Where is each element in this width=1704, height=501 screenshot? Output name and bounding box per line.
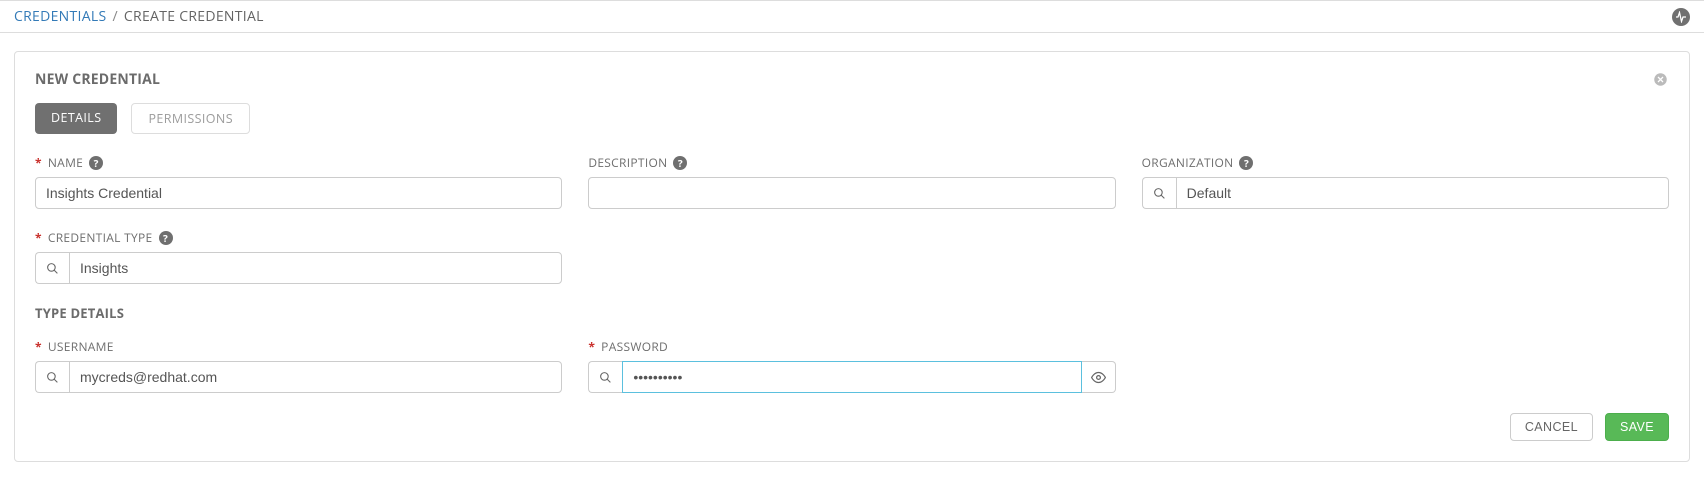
field-credential-type: * CREDENTIAL TYPE ? (35, 229, 562, 284)
credential-panel: NEW CREDENTIAL DETAILS PERMISSIONS * NAM… (14, 51, 1690, 462)
credential-type-search-button[interactable] (35, 252, 69, 284)
field-description: DESCRIPTION ? (588, 154, 1115, 209)
password-search-button[interactable] (588, 361, 622, 393)
label-password: PASSWORD (601, 338, 668, 355)
panel-title: NEW CREDENTIAL (35, 70, 160, 89)
breadcrumb-root-link[interactable]: CREDENTIALS (14, 7, 106, 26)
organization-search-button[interactable] (1142, 177, 1176, 209)
tab-permissions[interactable]: PERMISSIONS (131, 103, 250, 134)
activity-stream-icon[interactable] (1672, 8, 1690, 26)
type-details-heading: TYPE DETAILS (35, 304, 1669, 322)
help-icon[interactable]: ? (673, 156, 687, 170)
required-marker: * (35, 229, 42, 246)
name-input[interactable] (35, 177, 562, 209)
password-input[interactable] (622, 361, 1081, 393)
tab-details[interactable]: DETAILS (35, 103, 117, 134)
username-input[interactable] (69, 361, 562, 393)
required-marker: * (35, 338, 42, 355)
field-organization: ORGANIZATION ? (1142, 154, 1669, 209)
field-username: * USERNAME (35, 338, 562, 393)
field-password: * PASSWORD (588, 338, 1115, 393)
help-icon[interactable]: ? (1239, 156, 1253, 170)
close-icon[interactable] (1651, 71, 1669, 89)
breadcrumb-separator: / (112, 7, 117, 26)
description-input[interactable] (588, 177, 1115, 209)
label-username: USERNAME (48, 338, 114, 355)
label-description: DESCRIPTION (588, 154, 667, 171)
credential-type-input[interactable] (69, 252, 562, 284)
breadcrumb-current: CREATE CREDENTIAL (124, 7, 264, 26)
save-button[interactable]: SAVE (1605, 413, 1669, 441)
label-organization: ORGANIZATION (1142, 154, 1234, 171)
help-icon[interactable]: ? (89, 156, 103, 170)
field-name: * NAME ? (35, 154, 562, 209)
label-name: NAME (48, 154, 83, 171)
breadcrumb: CREDENTIALS / CREATE CREDENTIAL (14, 7, 264, 26)
required-marker: * (588, 338, 595, 355)
username-search-button[interactable] (35, 361, 69, 393)
required-marker: * (35, 154, 42, 171)
cancel-button[interactable]: CANCEL (1510, 413, 1593, 441)
organization-input[interactable] (1176, 177, 1669, 209)
tabs: DETAILS PERMISSIONS (35, 103, 1669, 134)
help-icon[interactable]: ? (159, 231, 173, 245)
password-toggle-visibility[interactable] (1082, 361, 1116, 393)
label-credential-type: CREDENTIAL TYPE (48, 229, 153, 246)
